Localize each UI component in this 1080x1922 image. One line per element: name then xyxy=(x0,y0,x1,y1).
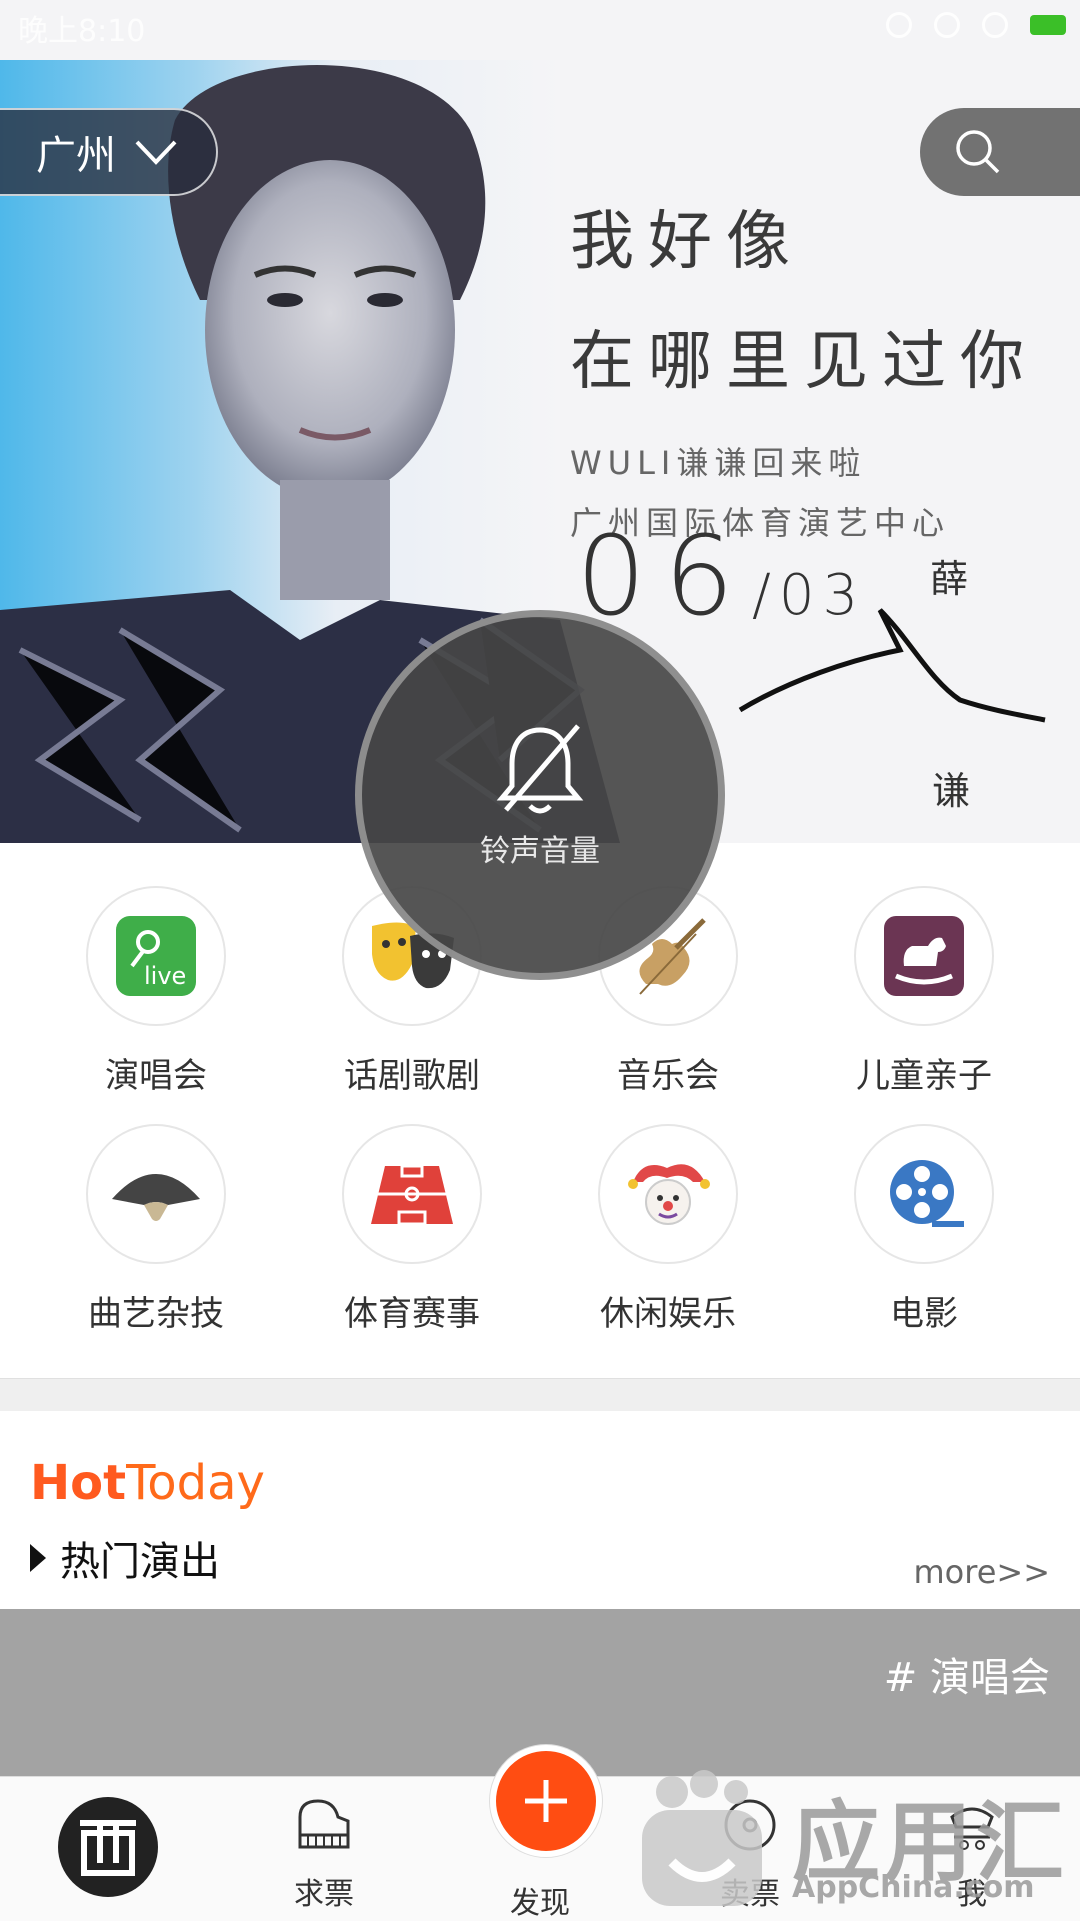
triangle-right-icon xyxy=(30,1544,46,1572)
hot-today-title: HotToday xyxy=(30,1455,265,1511)
nav-discover-label: 发现 xyxy=(510,1886,570,1921)
city-name: 广州 xyxy=(36,133,116,179)
signature-char-bottom: 谦 xyxy=(932,769,971,813)
discover-button[interactable] xyxy=(490,1745,602,1857)
banner-headline: 我好像 在哪里见过你 WULI谦谦回来啦 广州国际体育演艺中心 xyxy=(570,190,1038,544)
sync-icon xyxy=(934,12,960,38)
alarm-icon xyxy=(886,12,912,38)
hot-subtitle: 热门演出 xyxy=(30,1529,220,1587)
nav-label: 卖票 xyxy=(720,1877,780,1912)
category-kids-family[interactable]: 儿童亲子 xyxy=(814,886,1034,1097)
hot-subtitle-text: 热门演出 xyxy=(60,1539,220,1585)
gramophone-icon xyxy=(950,1807,994,1850)
city-selector[interactable]: 广州 xyxy=(0,108,218,196)
show-category-tag: # 演唱会 xyxy=(883,1655,1050,1701)
hot-title-hot: Hot xyxy=(30,1455,127,1511)
bell-muted-icon xyxy=(496,724,584,814)
category-label: 体育赛事 xyxy=(344,1294,480,1334)
search-icon xyxy=(956,130,1000,174)
category-leisure[interactable]: 休闲娱乐 xyxy=(558,1124,778,1335)
hot-today-section: HotToday 热门演出 more>> xyxy=(0,1411,1080,1609)
nav-sell-tickets[interactable]: 卖票 xyxy=(670,1797,830,1913)
signature-stroke xyxy=(738,608,1046,723)
category-sports[interactable]: 体育赛事 xyxy=(302,1124,522,1335)
piano-icon xyxy=(298,1799,350,1849)
category-label: 电影 xyxy=(890,1294,958,1334)
category-label: 曲艺杂技 xyxy=(88,1294,224,1334)
banner-line-2: 在哪里见过你 xyxy=(570,325,1038,399)
battery-icon xyxy=(1030,15,1066,35)
category-icon-wrap: live xyxy=(86,886,226,1026)
wifi-icon xyxy=(982,12,1008,38)
category-movie[interactable]: 电影 xyxy=(814,1124,1034,1335)
section-divider xyxy=(0,1378,1080,1412)
search-button[interactable] xyxy=(920,108,1080,196)
banner-line-1: 我好像 xyxy=(570,205,804,279)
banner-line-3: WULI谦谦回来啦 xyxy=(570,444,867,482)
nav-me[interactable]: 我 xyxy=(892,1797,1052,1913)
folding-fan-icon xyxy=(112,1174,200,1221)
status-time: 晚上8:10 xyxy=(18,14,146,49)
category-icon-wrap xyxy=(854,886,994,1026)
status-bar: 晚上8:10 xyxy=(0,0,1080,52)
chevron-down-icon xyxy=(134,138,178,166)
category-label: 休闲娱乐 xyxy=(600,1294,736,1334)
category-label: 演唱会 xyxy=(105,1056,207,1096)
category-icon-wrap xyxy=(598,1124,738,1264)
status-icons xyxy=(886,12,1066,38)
category-icon-wrap xyxy=(854,1124,994,1264)
app-logo-icon xyxy=(80,1820,136,1876)
svg-text:live: live xyxy=(144,962,186,990)
category-label: 话剧歌剧 xyxy=(344,1056,480,1096)
nav-home-logo[interactable] xyxy=(58,1797,158,1897)
category-label: 音乐会 xyxy=(617,1056,719,1096)
category-icon-wrap xyxy=(342,1124,482,1264)
live-mic-icon: live xyxy=(116,916,196,996)
category-label: 儿童亲子 xyxy=(856,1056,992,1096)
category-concert[interactable]: live 演唱会 xyxy=(46,886,266,1097)
jester-icon xyxy=(628,1164,710,1225)
hot-title-today: Today xyxy=(126,1455,265,1511)
volume-label: 铃声音量 xyxy=(480,834,600,869)
nav-label: 我 xyxy=(957,1877,987,1912)
volume-overlay: 铃声音量 xyxy=(355,610,725,980)
film-reel-icon xyxy=(890,1160,964,1227)
more-link[interactable]: more>> xyxy=(913,1553,1050,1591)
nav-label: 求票 xyxy=(294,1877,354,1912)
category-icon-wrap xyxy=(86,1124,226,1264)
record-icon xyxy=(724,1799,776,1851)
rocking-horse-icon xyxy=(884,916,964,996)
nav-request-tickets[interactable]: 求票 xyxy=(244,1797,404,1913)
football-field-icon xyxy=(371,1164,453,1226)
category-folk-acrobatics[interactable]: 曲艺杂技 xyxy=(46,1124,266,1335)
plus-icon xyxy=(525,1780,567,1822)
